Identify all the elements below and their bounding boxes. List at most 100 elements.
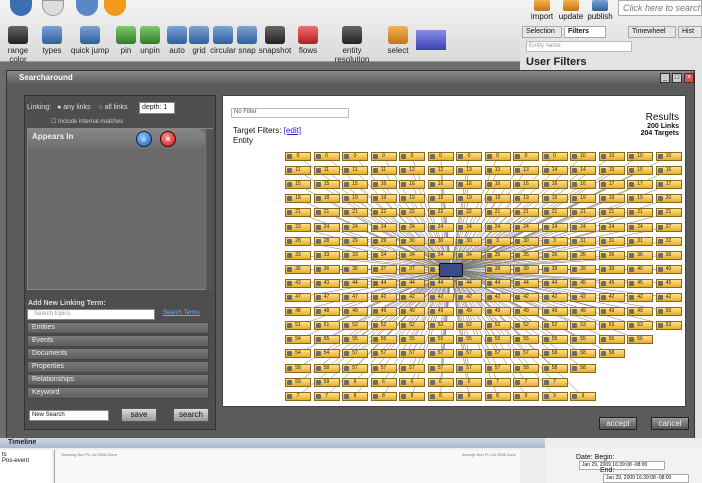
snapshot-button[interactable]: snapshot — [258, 26, 292, 55]
entity-node[interactable]: 47 — [285, 293, 311, 302]
entity-node[interactable]: 35 — [513, 250, 539, 260]
entity-node[interactable]: 30 — [456, 236, 482, 246]
entity-node[interactable]: 0 — [342, 152, 368, 161]
entity-node[interactable]: 58 — [285, 363, 311, 373]
pin-button[interactable]: pin — [116, 26, 136, 55]
entity-node[interactable]: 10 — [570, 152, 596, 161]
entity-node[interactable]: 0 — [456, 152, 482, 161]
entity-node[interactable]: 52 — [513, 321, 539, 331]
entity-node[interactable]: 36 — [285, 264, 311, 274]
entity-node[interactable]: 56 — [627, 335, 653, 345]
entity-node[interactable]: 30 — [399, 236, 425, 246]
entity-node[interactable]: 16 — [427, 180, 454, 190]
entity-node[interactable]: 42 — [427, 293, 454, 302]
entity-node[interactable]: 55 — [399, 335, 425, 345]
entity-node[interactable]: 52 — [342, 321, 368, 331]
entity-node[interactable]: 16 — [484, 180, 511, 190]
entity-node[interactable]: 49 — [427, 307, 454, 317]
entity-node[interactable]: 6 — [342, 377, 368, 387]
entity-node[interactable]: 42 — [655, 293, 682, 302]
entity-node[interactable]: 37 — [399, 264, 425, 274]
entity-node[interactable]: 42 — [370, 293, 397, 302]
entity-node[interactable]: 18 — [313, 194, 340, 204]
entity-node[interactable]: 35 — [541, 250, 568, 260]
entity-node[interactable]: 8 — [484, 391, 511, 401]
entity-node[interactable]: 6 — [456, 377, 482, 387]
phone-icon[interactable] — [76, 0, 98, 16]
entity-node[interactable]: 37 — [370, 264, 397, 274]
entity-node[interactable]: 40 — [627, 264, 653, 274]
entity-node[interactable]: 21 — [342, 208, 368, 218]
entity-node[interactable]: 22 — [427, 208, 454, 218]
globe-icon[interactable] — [10, 0, 32, 16]
select-button[interactable]: select — [386, 26, 410, 55]
accept-button[interactable]: accept — [599, 417, 637, 430]
grid-layout-button[interactable]: grid — [188, 26, 210, 55]
entity-node[interactable]: 54 — [285, 349, 311, 359]
save-button[interactable]: save — [121, 408, 157, 422]
any-links-radio[interactable]: ● any links — [57, 104, 90, 111]
entity-node[interactable]: 24 — [570, 222, 596, 232]
entity-node[interactable]: 49 — [342, 307, 368, 317]
entity-node[interactable]: 16 — [655, 166, 682, 176]
entity-node[interactable]: 28 — [285, 236, 311, 246]
entity-node[interactable]: 15 — [342, 180, 368, 190]
entity-node[interactable]: 45 — [655, 278, 682, 288]
entity-node[interactable]: 58 — [541, 349, 568, 359]
entity-node[interactable]: 57 — [427, 349, 454, 359]
section-keyword[interactable]: Keyword — [27, 387, 209, 399]
entity-node[interactable]: 28 — [313, 236, 340, 246]
entity-node[interactable]: 15 — [285, 180, 311, 190]
entity-node[interactable]: 42 — [484, 293, 511, 302]
entity-node[interactable]: 52 — [427, 321, 454, 331]
auto-layout-button[interactable]: auto — [166, 26, 188, 55]
entity-node[interactable]: 49 — [370, 307, 397, 317]
minimize-icon[interactable]: _ — [660, 73, 670, 83]
entity-node[interactable]: 16 — [541, 180, 568, 190]
entity-node[interactable]: 17 — [598, 180, 625, 190]
entity-node[interactable]: 15 — [598, 166, 625, 176]
section-entities[interactable]: Entities — [27, 322, 209, 334]
entity-node[interactable]: 18 — [285, 194, 311, 204]
entity-node[interactable]: 44 — [541, 278, 568, 288]
entity-node[interactable]: 9 — [570, 391, 596, 401]
entity-node[interactable]: 16 — [399, 180, 425, 190]
entity-node[interactable]: 19 — [370, 194, 397, 204]
entity-node[interactable]: 58 — [570, 349, 596, 359]
entity-node[interactable]: 51 — [285, 321, 311, 331]
entity-node[interactable]: 21 — [484, 208, 511, 218]
entity-node[interactable]: 19 — [513, 194, 539, 204]
snap-button[interactable]: snap — [236, 26, 258, 55]
entity-node[interactable]: 58 — [598, 349, 625, 359]
entity-node[interactable]: 36 — [655, 250, 682, 260]
entity-node[interactable]: 19 — [342, 194, 368, 204]
entity-node[interactable]: 7 — [513, 377, 539, 387]
entity-node[interactable]: 24 — [598, 222, 625, 232]
update-button[interactable]: update — [558, 0, 584, 21]
entity-node[interactable]: 44 — [513, 278, 539, 288]
entity-node[interactable]: 10 — [627, 152, 653, 161]
entity-node[interactable]: 13 — [484, 166, 511, 176]
section-events[interactable]: Events — [27, 335, 209, 347]
entity-node[interactable]: 11 — [285, 166, 311, 176]
cancel-button[interactable]: cancel — [651, 417, 689, 430]
entity-node[interactable]: 24 — [313, 222, 340, 232]
entity-node[interactable]: 13 — [456, 166, 482, 176]
entity-node[interactable]: 3 — [484, 236, 511, 246]
entity-node[interactable]: 44 — [484, 278, 511, 288]
entity-node[interactable]: 57 — [427, 363, 454, 373]
entity-node[interactable]: 58 — [513, 363, 539, 373]
entity-node[interactable]: 7 — [285, 391, 311, 401]
entity-node[interactable]: 34 — [456, 250, 482, 260]
entity-node[interactable]: 52 — [484, 321, 511, 331]
entity-node[interactable]: 45 — [627, 278, 653, 288]
entity-node[interactable]: 31 — [598, 236, 625, 246]
entity-node[interactable]: 54 — [313, 349, 340, 359]
entity-node[interactable]: 9 — [513, 391, 539, 401]
entity-node[interactable]: 57 — [456, 349, 482, 359]
entity-node[interactable]: 34 — [370, 250, 397, 260]
entity-node[interactable]: 49 — [484, 307, 511, 317]
tab-selection[interactable]: Selection — [522, 26, 562, 38]
entity-node[interactable]: 53 — [655, 321, 682, 331]
entity-node[interactable]: 0 — [484, 152, 511, 161]
